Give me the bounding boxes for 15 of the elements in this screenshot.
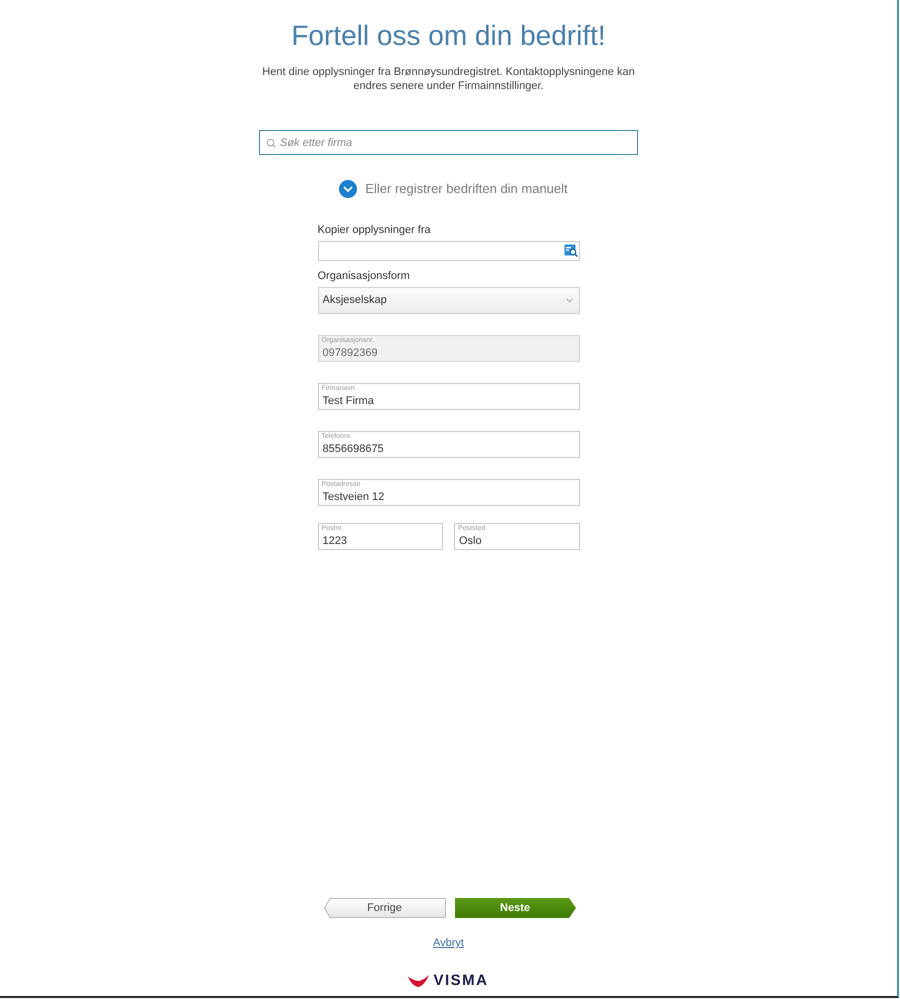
dropdown-select[interactable]: Aksjeselskap [318, 286, 580, 314]
next-button[interactable]: Neste [454, 898, 576, 918]
chevron-circle-icon [339, 180, 358, 198]
logo-text: VISMA [433, 973, 488, 989]
page-title: Fortell oss om din bedrift! [291, 19, 606, 53]
swoosh-logo-icon [408, 975, 430, 987]
search-field[interactable]: Søk etter firma [259, 130, 638, 155]
lookup-field[interactable] [318, 240, 580, 260]
search-icon [266, 138, 276, 148]
page-subtitle: Hent dine opplysninger fra Brønnøysundregistret. Kontaktopplysningene kan endres senere under Firmainnstillinger. [261, 65, 636, 93]
previous-button[interactable]: Forrige [324, 898, 446, 918]
manual-entry-toggle[interactable]: Eller registrer bedriften din manuelt [339, 179, 568, 198]
field-label: Organisasjonsform [318, 268, 411, 282]
field-label: Kopier opplysninger fra [318, 222, 432, 236]
cancel-link[interactable]: Avbryt [433, 936, 464, 950]
